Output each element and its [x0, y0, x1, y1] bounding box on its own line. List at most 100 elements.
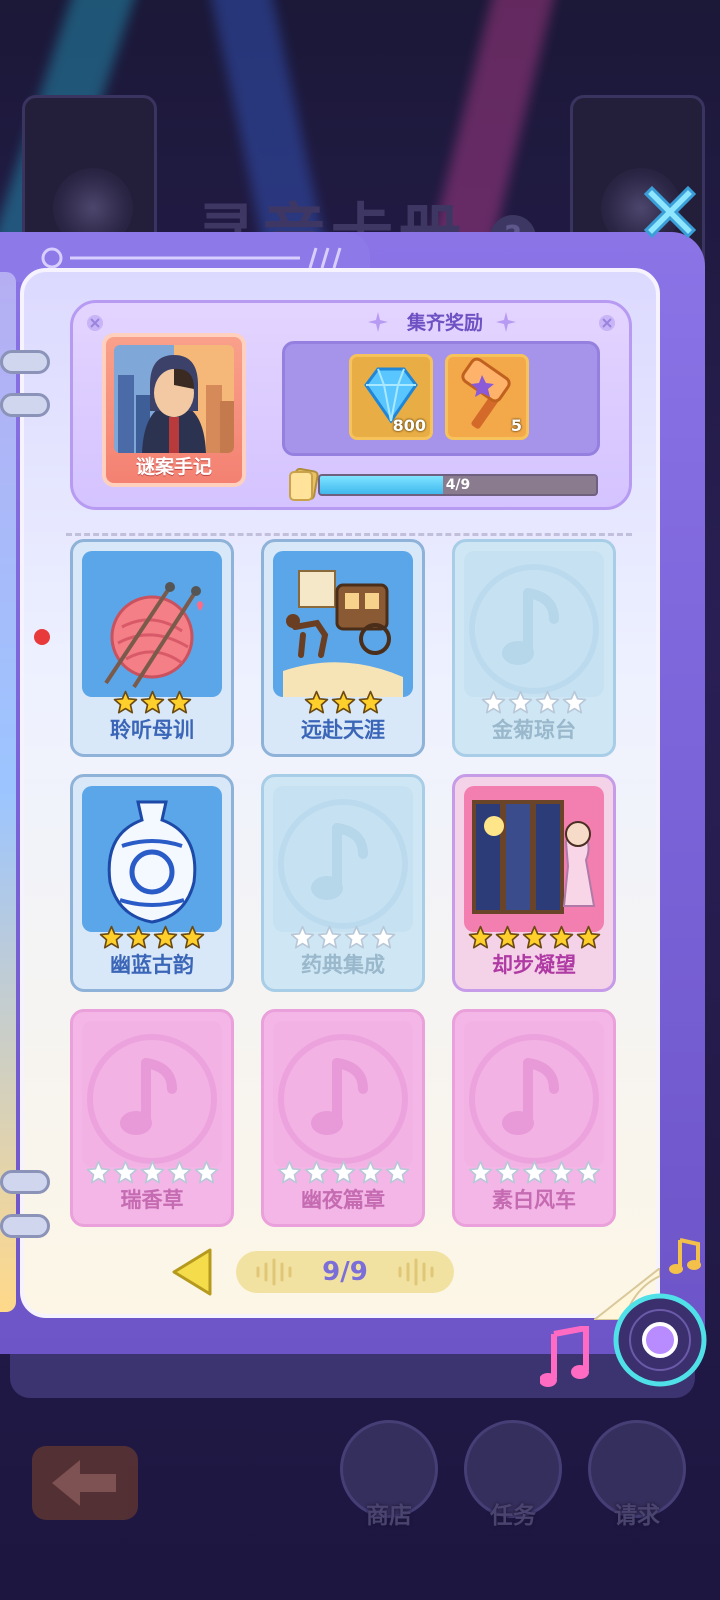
card-name: 素白风车 — [492, 1188, 576, 1212]
page-indicator: 9/9 — [236, 1251, 454, 1293]
filled-star-icon — [495, 925, 519, 949]
notification-dot — [34, 629, 50, 645]
filled-star-icon — [140, 690, 164, 714]
collection-card[interactable]: 素白风车 — [452, 1009, 616, 1227]
screw-icon — [599, 315, 615, 331]
filled-star-icon — [331, 690, 355, 714]
card-name: 幽夜篇章 — [301, 1188, 385, 1212]
filled-star-icon — [304, 690, 328, 714]
collection-card[interactable]: 金菊琼台 — [452, 539, 616, 757]
carriage-icon — [273, 551, 413, 697]
empty-star-icon — [304, 1160, 328, 1184]
card-name: 瑞香草 — [120, 1188, 184, 1212]
empty-star-icon — [140, 1160, 164, 1184]
empty-star-icon — [385, 1160, 409, 1184]
binder-ring — [0, 1170, 50, 1194]
prev-page-arrow-icon[interactable] — [170, 1246, 214, 1298]
filled-star-icon — [549, 925, 573, 949]
page-number: 9/9 — [322, 1257, 368, 1287]
card-name: 金菊琼台 — [492, 718, 576, 742]
sparkle-icon — [368, 312, 388, 332]
back-button[interactable] — [32, 1446, 138, 1520]
card-stack-icon — [289, 468, 319, 501]
filled-star-icon — [522, 925, 546, 949]
requests-label: 请求 — [614, 1503, 660, 1529]
empty-star-icon — [86, 1160, 110, 1184]
filled-star-icon — [153, 925, 178, 949]
binder-ring — [0, 1214, 50, 1238]
reward-items-box — [282, 341, 600, 456]
empty-star-icon — [535, 690, 560, 714]
empty-star-icon — [576, 1160, 600, 1184]
card-name: 远赴天涯 — [301, 718, 385, 742]
filled-star-icon — [99, 925, 124, 949]
filled-star-icon — [126, 925, 151, 949]
music-note-icon — [464, 551, 604, 697]
collection-card[interactable]: 幽夜篇章 — [261, 1009, 425, 1227]
filled-star-icon — [180, 925, 205, 949]
empty-star-icon — [277, 1160, 301, 1184]
empty-star-icon — [371, 925, 396, 949]
sparkle-icon — [496, 312, 516, 332]
empty-star-icon — [194, 1160, 218, 1184]
reward-item-hammer[interactable]: 5 — [445, 354, 529, 440]
collection-card[interactable]: 聆听母训 — [70, 539, 234, 757]
empty-star-icon — [481, 690, 506, 714]
reward-title: 集齐奖励 — [406, 312, 483, 334]
empty-star-icon — [113, 1160, 137, 1184]
shop-label: 商店 — [366, 1503, 412, 1529]
empty-star-icon — [317, 925, 342, 949]
collection-progress-bar: 4/9 — [318, 474, 598, 496]
music-note-icon — [464, 1021, 604, 1167]
collection-card[interactable]: 远赴天涯 — [261, 539, 425, 757]
close-icon[interactable] — [640, 180, 700, 240]
collection-card[interactable]: 却步凝望 — [452, 774, 616, 992]
progress-text: 4/9 — [445, 477, 471, 493]
reward-qty: 5 — [510, 416, 522, 435]
collection-card[interactable]: 瑞香草 — [70, 1009, 234, 1227]
empty-star-icon — [562, 690, 587, 714]
porcelain-vase-icon — [82, 786, 222, 932]
card-name: 聆听母训 — [110, 718, 194, 742]
filled-star-icon — [576, 925, 600, 949]
empty-star-icon — [290, 925, 315, 949]
empty-star-icon — [522, 1160, 546, 1184]
collection-card[interactable]: 幽蓝古韵 — [70, 774, 234, 992]
collection-card[interactable]: 药典集成 — [261, 774, 425, 992]
tasks-button[interactable]: 任务 — [462, 1420, 564, 1530]
card-name: 药典集成 — [301, 953, 385, 977]
reward-qty: 800 — [392, 416, 426, 435]
empty-star-icon — [331, 1160, 355, 1184]
empty-star-icon — [495, 1160, 519, 1184]
empty-star-icon — [468, 1160, 492, 1184]
card-name: 却步凝望 — [492, 953, 576, 977]
album-name: 谜案手记 — [135, 456, 212, 478]
empty-star-icon — [344, 925, 369, 949]
filled-star-icon — [167, 690, 191, 714]
binder-ring — [0, 350, 50, 374]
card-name: 幽蓝古韵 — [110, 953, 194, 977]
shop-button[interactable]: 商店 — [338, 1420, 440, 1530]
binder-ring — [0, 393, 50, 417]
music-note-icon — [82, 1021, 222, 1167]
empty-star-icon — [508, 690, 533, 714]
music-note-icon — [273, 786, 413, 932]
filled-star-icon — [113, 690, 137, 714]
reward-item-diamond[interactable]: 800 — [349, 354, 433, 440]
empty-star-icon — [549, 1160, 573, 1184]
filled-star-icon — [468, 925, 492, 949]
screw-icon — [87, 315, 103, 331]
album-cover[interactable]: 谜案手记 — [102, 333, 246, 487]
back-arrow-icon — [52, 1460, 116, 1506]
requests-button[interactable]: 请求 — [586, 1420, 688, 1530]
vinyl-disc-icon — [613, 1293, 707, 1387]
yarn-ball-icon — [82, 551, 222, 697]
empty-star-icon — [358, 1160, 382, 1184]
empty-star-icon — [167, 1160, 191, 1184]
folding-screen-icon — [464, 786, 604, 932]
music-note-icon — [273, 1021, 413, 1167]
tasks-label: 任务 — [490, 1503, 536, 1529]
filled-star-icon — [358, 690, 382, 714]
detective-portrait-icon — [114, 345, 234, 453]
music-note-icon — [540, 1326, 589, 1387]
